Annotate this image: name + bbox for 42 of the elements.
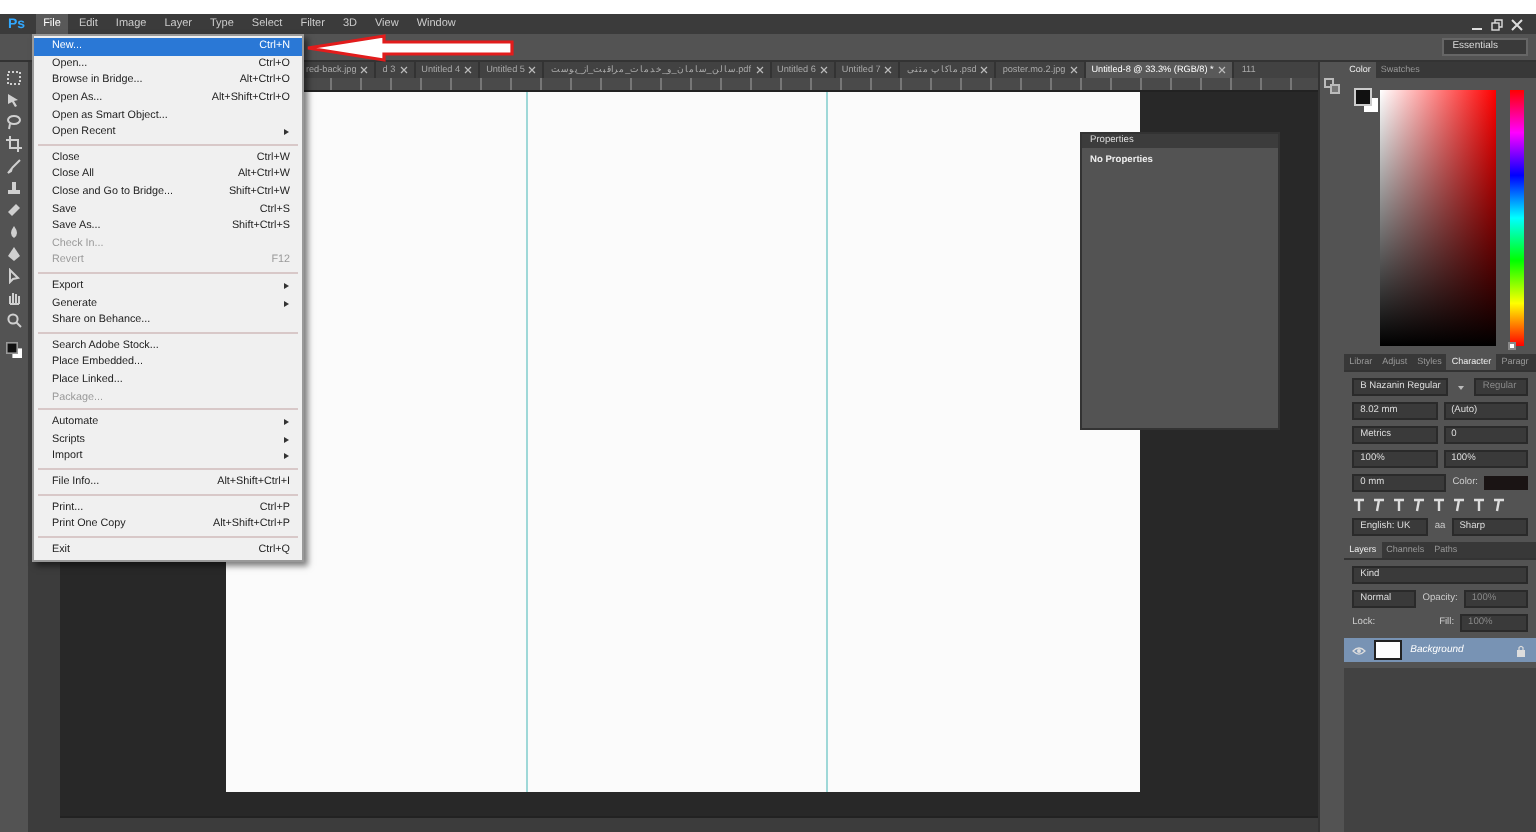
type-style-icon[interactable] — [1492, 498, 1507, 512]
drop-icon[interactable] — [5, 224, 22, 240]
lasso-icon[interactable] — [5, 114, 22, 130]
type-style-icon[interactable] — [1452, 498, 1467, 512]
type-style-icon[interactable] — [1412, 498, 1427, 512]
color-swatches-icon[interactable] — [1354, 88, 1379, 112]
zoom-icon[interactable] — [5, 312, 22, 328]
lock-icon — [1514, 643, 1528, 657]
close-icon[interactable] — [755, 66, 763, 74]
caret-icon[interactable] — [1454, 380, 1469, 394]
stamp-icon[interactable] — [5, 180, 22, 196]
close-icon[interactable] — [360, 66, 369, 74]
layer-thumbnail — [1374, 640, 1403, 660]
panel-icon[interactable] — [1324, 78, 1341, 94]
crop-icon[interactable] — [5, 136, 22, 152]
slider-thumb[interactable] — [1508, 342, 1517, 350]
text-color-swatch[interactable] — [1484, 476, 1528, 490]
brush-icon[interactable] — [5, 158, 22, 174]
arrow-icon[interactable] — [5, 92, 22, 108]
pen-icon[interactable] — [5, 246, 22, 262]
close-icon[interactable] — [884, 66, 893, 74]
close-icon[interactable] — [1069, 66, 1078, 74]
cursor-icon[interactable] — [5, 268, 22, 284]
hue-slider[interactable] — [1510, 90, 1525, 346]
close-icon[interactable] — [1217, 66, 1226, 74]
close-icon[interactable] — [1510, 17, 1524, 31]
type-style-icon[interactable] — [1392, 498, 1407, 512]
type-style-icon[interactable] — [1372, 498, 1387, 512]
restore-icon[interactable] — [1490, 17, 1504, 31]
type-style-icon[interactable] — [1472, 498, 1487, 512]
close-icon[interactable] — [980, 66, 989, 74]
color-swatches-icon[interactable] — [5, 342, 22, 358]
hand-icon[interactable] — [5, 290, 22, 306]
close-icon[interactable] — [528, 66, 537, 74]
type-style-icon[interactable] — [1352, 498, 1367, 512]
dashed-square-icon[interactable] — [5, 70, 22, 86]
close-icon[interactable] — [399, 66, 408, 74]
type-style-icon[interactable] — [1432, 498, 1447, 512]
close-icon[interactable] — [819, 66, 828, 74]
eraser-icon[interactable] — [5, 202, 22, 218]
close-icon[interactable] — [464, 66, 473, 74]
color-field[interactable] — [1380, 90, 1497, 346]
